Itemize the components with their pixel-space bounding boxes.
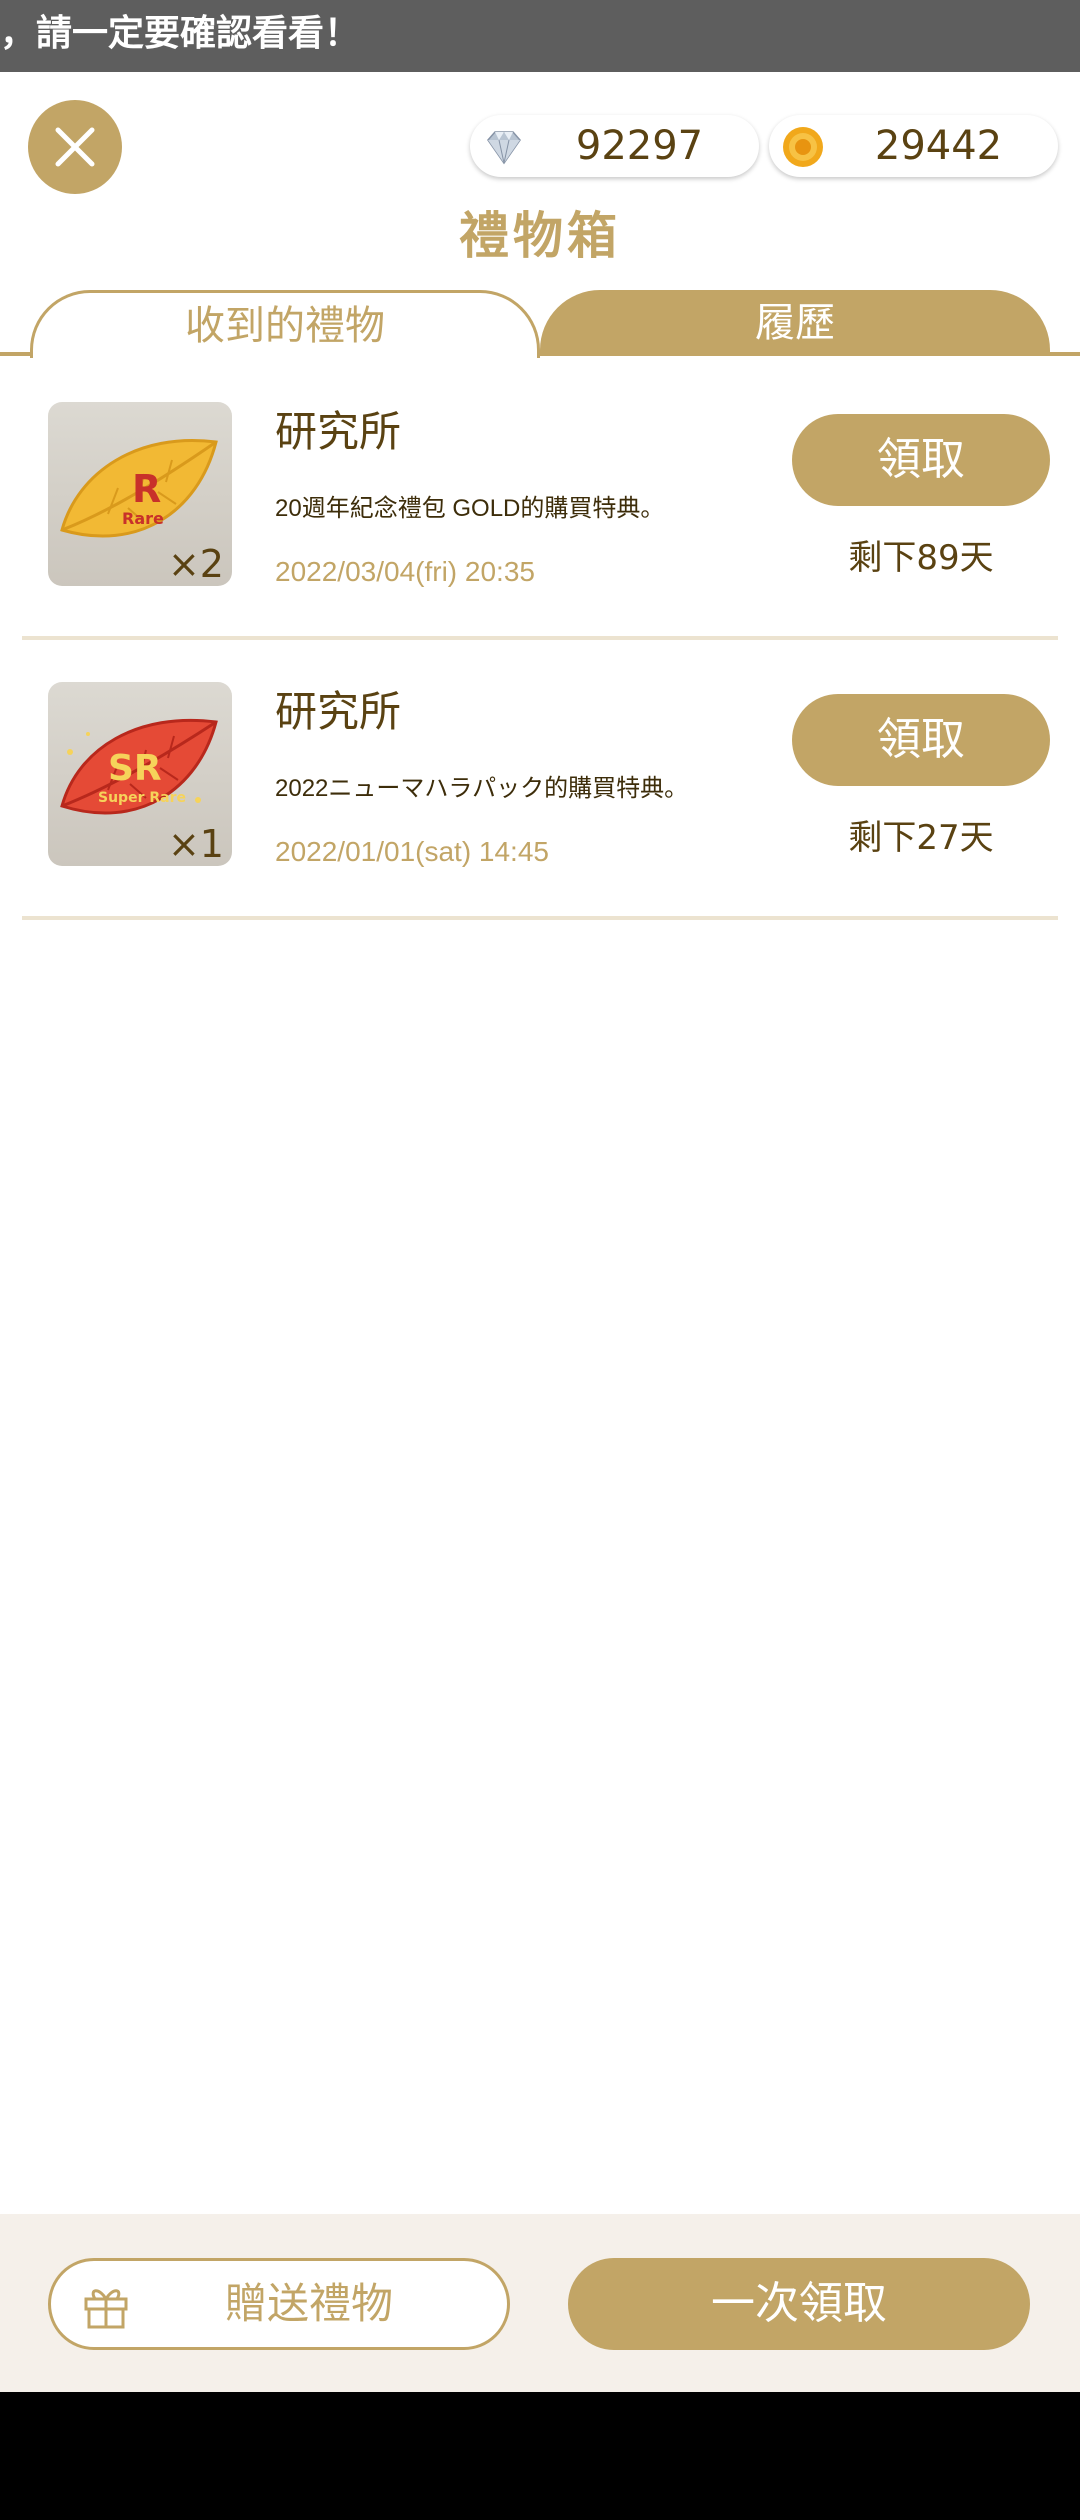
gift-name: 研究所 xyxy=(275,407,402,456)
tab-received-gifts[interactable]: 收到的禮物 xyxy=(30,290,540,358)
claim-button[interactable]: 領取 xyxy=(792,414,1050,506)
notice-ticker: ，請一定要確認看看！ xyxy=(0,0,1080,72)
gift-quantity: ×2 xyxy=(167,542,224,586)
close-icon xyxy=(55,127,95,167)
gift-description: 20週年紀念禮包 GOLD的購買特典。 xyxy=(275,495,665,522)
coin-icon xyxy=(783,127,823,167)
gift-name: 研究所 xyxy=(275,687,402,736)
diamond-icon xyxy=(487,131,521,165)
notice-text: ，請一定要確認看看！ xyxy=(0,13,361,54)
system-nav-bar xyxy=(0,2392,1080,2520)
close-button[interactable] xyxy=(28,100,122,194)
rarity-letter: SR xyxy=(108,748,162,789)
send-gift-button[interactable]: 贈送禮物 xyxy=(48,2258,510,2350)
days-remaining: 剩下27天 xyxy=(848,818,994,858)
gem-counter[interactable]: 92297 xyxy=(470,115,759,177)
gift-date: 2022/03/04(fri) 20:35 xyxy=(275,556,535,587)
claim-all-button[interactable]: 一次領取 xyxy=(568,2258,1030,2350)
gem-count: 92297 xyxy=(575,123,704,169)
page-title: 禮物箱 xyxy=(459,207,621,265)
gift-row: R Rare ×2 研究所 20週年紀念禮包 GOLD的購買特典。 2022/0… xyxy=(22,380,1058,640)
days-remaining: 剩下89天 xyxy=(848,538,994,578)
coin-count: 29442 xyxy=(874,123,1003,169)
gift-thumbnail: R Rare ×2 xyxy=(48,402,232,586)
rarity-label: Super Rare xyxy=(98,790,186,806)
rarity-label: Rare xyxy=(122,509,164,528)
gift-description: 2022ニューマハラパック的購買特典。 xyxy=(275,775,689,802)
bottom-action-bar: 贈送禮物 一次領取 xyxy=(0,2214,1080,2392)
tab-history[interactable]: 履歷 xyxy=(540,290,1050,356)
gift-quantity: ×1 xyxy=(167,822,224,866)
claim-button[interactable]: 領取 xyxy=(792,694,1050,786)
gift-row: SR Super Rare ×1 研究所 2022ニューマハラパック的購買特典。… xyxy=(22,660,1058,920)
gift-date: 2022/01/01(sat) 14:45 xyxy=(275,836,549,867)
coin-counter[interactable]: 29442 xyxy=(769,115,1058,177)
gift-thumbnail: SR Super Rare ×1 xyxy=(48,682,232,866)
send-gift-label: 贈送禮物 xyxy=(224,2279,393,2328)
rarity-letter: R xyxy=(132,467,161,511)
gift-box-icon xyxy=(84,2289,128,2329)
